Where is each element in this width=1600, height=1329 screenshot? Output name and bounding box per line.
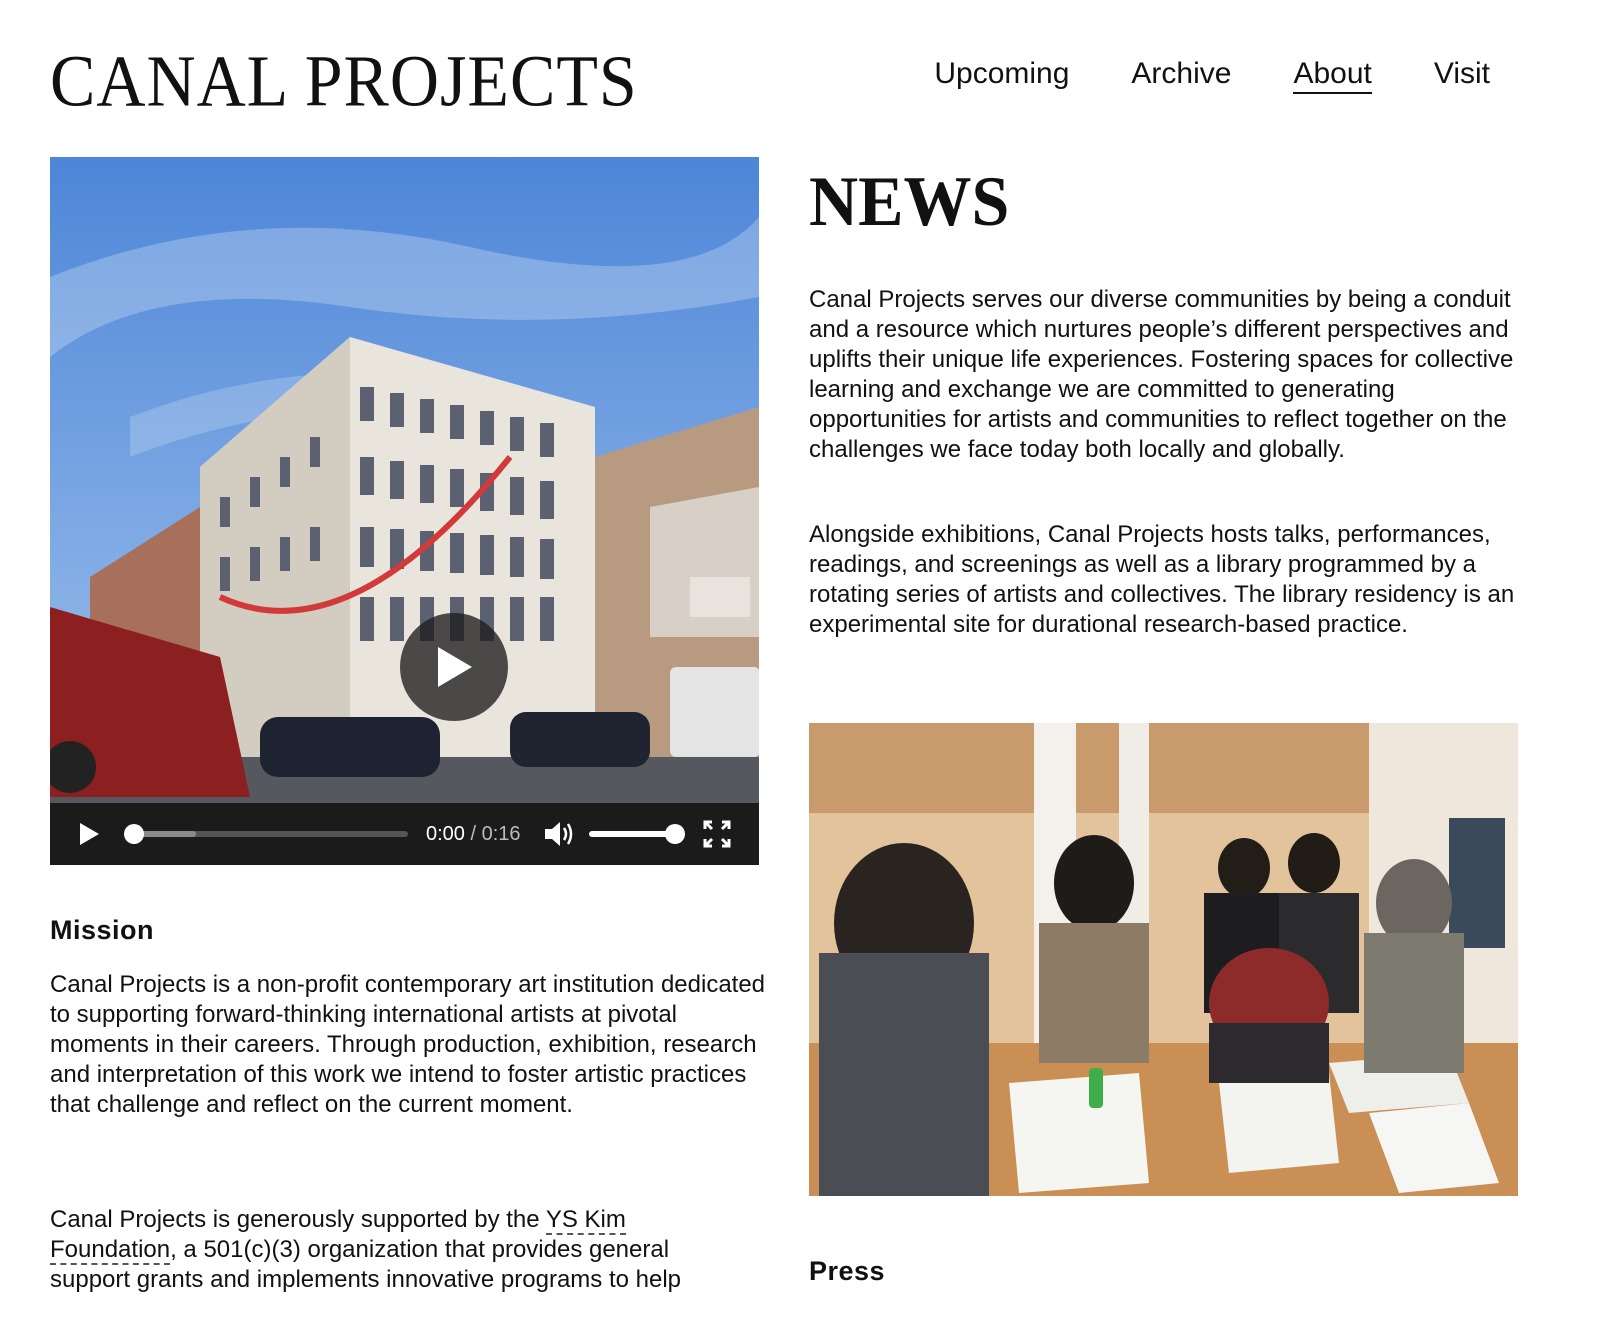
nav-archive[interactable]: Archive (1131, 56, 1231, 94)
video-frame-image (50, 157, 759, 865)
fullscreen-icon[interactable] (703, 820, 731, 848)
mission-heading: Mission (50, 915, 155, 945)
play-icon (80, 823, 99, 845)
seek-handle[interactable] (124, 824, 144, 844)
big-play-button[interactable] (400, 613, 508, 721)
support-text: Canal Projects is generously supported b… (50, 1205, 750, 1295)
gallery-event-image (809, 723, 1518, 1196)
gallery-photo (809, 723, 1518, 1196)
play-button[interactable] (74, 819, 104, 849)
volume-slider[interactable] (588, 824, 685, 844)
current-time: 0:00 (426, 822, 465, 845)
volume-icon[interactable] (543, 819, 575, 849)
video-player[interactable]: 0:00 / 0:16 (50, 157, 759, 865)
duration: 0:16 (481, 822, 521, 845)
nav-upcoming[interactable]: Upcoming (934, 56, 1069, 94)
about-paragraph-1: Canal Projects serves our diverse commun… (809, 286, 1514, 463)
time-display: 0:00 / 0:16 (426, 823, 521, 846)
nav-visit[interactable]: Visit (1434, 56, 1490, 94)
support-text-before: Canal Projects is generously supported b… (50, 1206, 546, 1233)
video-controls: 0:00 / 0:16 (50, 803, 759, 865)
time-separator: / (464, 822, 482, 845)
main-nav: Upcoming Archive About Visit (934, 56, 1490, 94)
mission-text: Canal Projects is a non-profit contempor… (50, 971, 766, 1118)
nav-about[interactable]: About (1293, 56, 1372, 94)
seek-bar[interactable] (124, 824, 408, 844)
press-heading: Press (809, 1256, 886, 1286)
about-paragraph-2: Alongside exhibitions, Canal Projects ho… (809, 521, 1515, 638)
site-logo[interactable]: CANAL PROJECTS (50, 44, 638, 117)
news-heading: NEWS (809, 160, 1010, 241)
play-icon (438, 647, 472, 687)
volume-handle[interactable] (664, 824, 685, 844)
